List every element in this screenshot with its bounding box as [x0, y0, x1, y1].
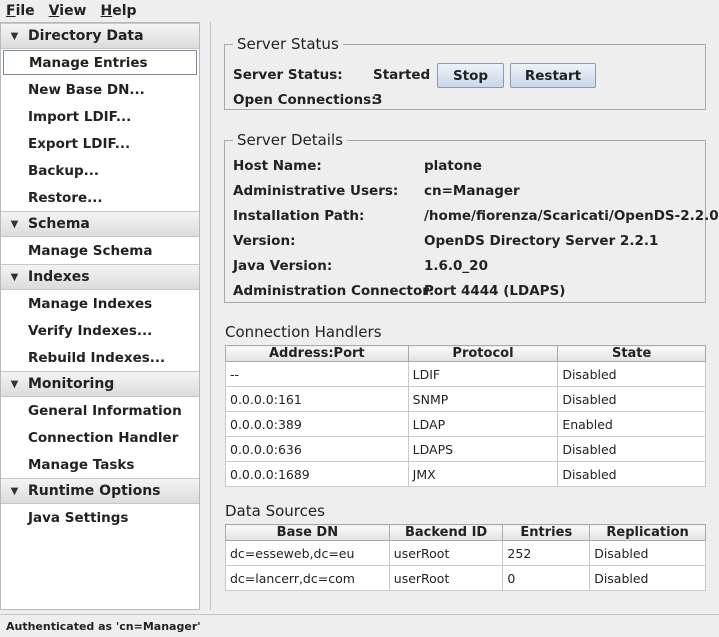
- restart-button[interactable]: Restart: [510, 63, 596, 88]
- server-details-group: Server Details Host Name: platone Admini…: [224, 131, 719, 303]
- install-path-label: Installation Path:: [233, 208, 365, 224]
- admin-connector-value: Port 4444 (LDAPS): [424, 283, 566, 299]
- nav-section-schema[interactable]: ▼ Schema: [1, 211, 199, 237]
- nav-item-java-settings[interactable]: Java Settings: [1, 504, 199, 531]
- nav-section-monitoring[interactable]: ▼ Monitoring: [1, 371, 199, 397]
- cell-base-dn: dc=esseweb,dc=eu: [225, 540, 390, 566]
- nav-item-verify-indexes[interactable]: Verify Indexes...: [1, 317, 199, 344]
- install-path-value: /home/fiorenza/Scaricati/OpenDS-2.2.0: [424, 208, 719, 224]
- nav-item-new-base-dn[interactable]: New Base DN...: [1, 76, 199, 103]
- java-version-value: 1.6.0_20: [424, 258, 488, 274]
- nav-item-connection-handler[interactable]: Connection Handler: [1, 424, 199, 451]
- column-header-address-port[interactable]: Address:Port: [225, 345, 409, 362]
- host-name-label: Host Name:: [233, 158, 322, 174]
- open-connections-value: 3: [373, 92, 383, 108]
- java-version-label: Java Version:: [233, 258, 333, 274]
- column-header-protocol[interactable]: Protocol: [407, 345, 559, 362]
- cell-entries: 252: [502, 540, 591, 566]
- cell-state: Enabled: [557, 411, 706, 437]
- nav-panel: ▼ Directory Data Manage Entries New Base…: [0, 22, 200, 610]
- cell-address-port: 0.0.0.0:636: [225, 436, 409, 462]
- table-row[interactable]: 0.0.0.0:1689 JMX Disabled: [225, 461, 706, 487]
- server-status-value: Started: [373, 67, 431, 83]
- table-row[interactable]: 0.0.0.0:389 LDAP Enabled: [225, 411, 706, 437]
- connection-handlers-table: Address:Port Protocol State -- LDIF Disa…: [225, 345, 706, 487]
- stop-button[interactable]: Stop: [437, 63, 504, 88]
- cell-address-port: 0.0.0.0:161: [225, 386, 409, 412]
- nav-section-runtime-options[interactable]: ▼ Runtime Options: [1, 478, 199, 504]
- cell-state: Disabled: [557, 436, 706, 462]
- cell-replication: Disabled: [589, 565, 706, 591]
- status-bar: Authenticated as 'cn=Manager': [0, 614, 719, 637]
- menu-file[interactable]: File: [6, 3, 35, 19]
- server-status-label: Server Status:: [233, 67, 343, 83]
- cell-protocol: LDIF: [407, 361, 559, 387]
- nav-item-manage-schema[interactable]: Manage Schema: [1, 237, 199, 264]
- nav-item-rebuild-indexes[interactable]: Rebuild Indexes...: [1, 344, 199, 371]
- admin-users-label: Administrative Users:: [233, 183, 399, 199]
- cell-address-port: 0.0.0.0:1689: [225, 461, 409, 487]
- collapse-triangle-icon[interactable]: ▼: [1, 31, 28, 42]
- server-details-title: Server Details: [233, 131, 347, 149]
- cell-replication: Disabled: [589, 540, 706, 566]
- nav-item-backup[interactable]: Backup...: [1, 157, 199, 184]
- nav-section-indexes[interactable]: ▼ Indexes: [1, 264, 199, 290]
- table-row[interactable]: dc=lancerr,dc=com userRoot 0 Disabled: [225, 565, 706, 591]
- host-name-value: platone: [424, 158, 482, 174]
- collapse-triangle-icon[interactable]: ▼: [1, 272, 28, 283]
- cell-protocol: JMX: [407, 461, 559, 487]
- data-sources-heading: Data Sources: [225, 502, 325, 520]
- data-sources-table: Base DN Backend ID Entries Replication d…: [225, 524, 706, 591]
- cell-address-port: 0.0.0.0:389: [225, 411, 409, 437]
- version-label: Version:: [233, 233, 296, 249]
- nav-item-export-ldif[interactable]: Export LDIF...: [1, 130, 199, 157]
- table-row[interactable]: -- LDIF Disabled: [225, 361, 706, 387]
- column-header-base-dn[interactable]: Base DN: [225, 524, 390, 541]
- nav-item-manage-entries[interactable]: Manage Entries: [2, 49, 198, 76]
- open-connections-label: Open Connections:: [233, 92, 377, 108]
- cell-protocol: SNMP: [407, 386, 559, 412]
- cell-protocol: LDAP: [407, 411, 559, 437]
- cell-state: Disabled: [557, 386, 706, 412]
- collapse-triangle-icon[interactable]: ▼: [1, 379, 28, 390]
- main-panel: Server Status Server Status: Started Sto…: [210, 22, 719, 610]
- version-value: OpenDS Directory Server 2.2.1: [424, 233, 659, 249]
- cell-backend-id: userRoot: [388, 540, 504, 566]
- table-header-row: Base DN Backend ID Entries Replication: [225, 524, 706, 541]
- admin-users-value: cn=Manager: [424, 183, 520, 199]
- table-row[interactable]: 0.0.0.0:636 LDAPS Disabled: [225, 436, 706, 462]
- table-row[interactable]: dc=esseweb,dc=eu userRoot 252 Disabled: [225, 540, 706, 566]
- collapse-triangle-icon[interactable]: ▼: [1, 219, 28, 230]
- cell-state: Disabled: [557, 361, 706, 387]
- cell-protocol: LDAPS: [407, 436, 559, 462]
- table-row[interactable]: 0.0.0.0:161 SNMP Disabled: [225, 386, 706, 412]
- column-header-replication[interactable]: Replication: [589, 524, 706, 541]
- cell-state: Disabled: [557, 461, 706, 487]
- nav-item-manage-tasks[interactable]: Manage Tasks: [1, 451, 199, 478]
- nav-item-restore[interactable]: Restore...: [1, 184, 199, 211]
- server-status-group: Server Status Server Status: Started Sto…: [224, 35, 706, 110]
- cell-entries: 0: [502, 565, 591, 591]
- menu-bar: File View Help: [0, 0, 719, 21]
- server-status-title: Server Status: [233, 35, 343, 53]
- nav-item-general-information[interactable]: General Information: [1, 397, 199, 424]
- column-header-state[interactable]: State: [557, 345, 706, 362]
- column-header-backend-id[interactable]: Backend ID: [388, 524, 504, 541]
- connection-handlers-heading: Connection Handlers: [225, 323, 382, 341]
- menu-view[interactable]: View: [49, 3, 87, 19]
- collapse-triangle-icon[interactable]: ▼: [1, 486, 28, 497]
- cell-base-dn: dc=lancerr,dc=com: [225, 565, 390, 591]
- nav-section-directory-data[interactable]: ▼ Directory Data: [1, 23, 199, 49]
- cell-backend-id: userRoot: [388, 565, 504, 591]
- menu-help[interactable]: Help: [101, 3, 137, 19]
- column-header-entries[interactable]: Entries: [502, 524, 591, 541]
- cell-address-port: --: [225, 361, 409, 387]
- nav-item-manage-indexes[interactable]: Manage Indexes: [1, 290, 199, 317]
- table-header-row: Address:Port Protocol State: [225, 345, 706, 362]
- nav-item-import-ldif[interactable]: Import LDIF...: [1, 103, 199, 130]
- admin-connector-label: Administration Connector:: [233, 283, 435, 299]
